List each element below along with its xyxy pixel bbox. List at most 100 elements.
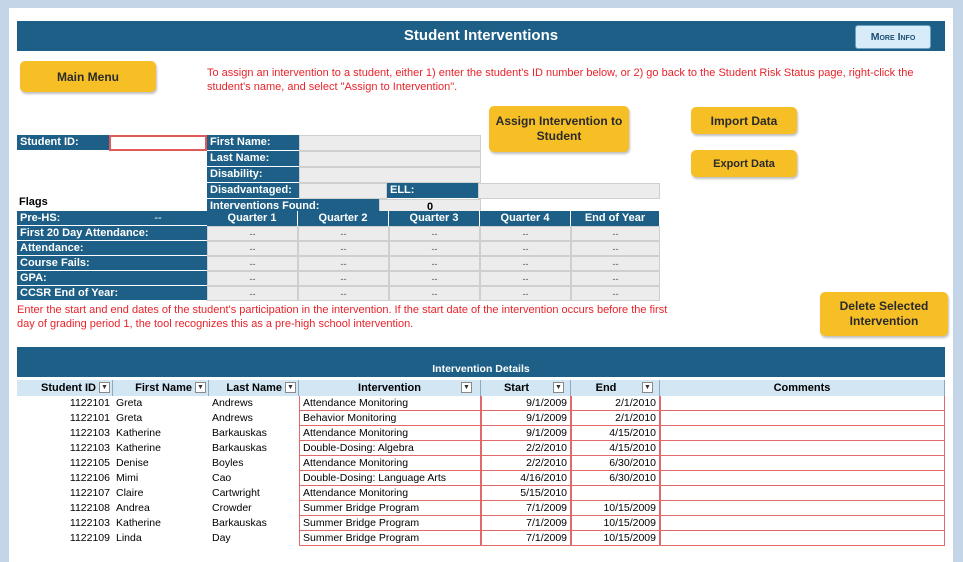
- col-start[interactable]: Start ▼: [481, 380, 571, 396]
- cell-start[interactable]: 7/1/2009: [481, 501, 571, 516]
- table-row[interactable]: 1122103 Katherine Barkauskas Double-Dosi…: [17, 441, 945, 456]
- cell-end[interactable]: 6/30/2010: [571, 456, 660, 471]
- cell-last-name[interactable]: Day: [209, 531, 299, 546]
- export-data-button[interactable]: Export Data: [691, 150, 797, 177]
- filter-dropdown-icon[interactable]: ▼: [195, 382, 206, 393]
- cell-last-name[interactable]: Crowder: [209, 501, 299, 516]
- cell-last-name[interactable]: Andrews: [209, 411, 299, 426]
- filter-dropdown-icon[interactable]: ▼: [285, 382, 296, 393]
- assign-intervention-button[interactable]: Assign Intervention to Student: [489, 106, 629, 152]
- table-row[interactable]: 1122105 Denise Boyles Attendance Monitor…: [17, 456, 945, 471]
- cell-student-id[interactable]: 1122101: [17, 411, 113, 426]
- main-menu-button[interactable]: Main Menu: [20, 61, 156, 92]
- cell-intervention[interactable]: Double-Dosing: Language Arts: [299, 471, 481, 486]
- delete-intervention-button[interactable]: Delete Selected Intervention: [820, 292, 948, 336]
- cell-comments[interactable]: [660, 396, 945, 411]
- cell-last-name[interactable]: Barkauskas: [209, 441, 299, 456]
- cell-start[interactable]: 2/2/2010: [481, 456, 571, 471]
- cell-end[interactable]: [571, 486, 660, 501]
- more-info-button[interactable]: More Info: [855, 25, 931, 49]
- import-data-button[interactable]: Import Data: [691, 107, 797, 134]
- table-row[interactable]: 1122101 Greta Andrews Attendance Monitor…: [17, 396, 945, 411]
- cell-comments[interactable]: [660, 471, 945, 486]
- cell-first-name[interactable]: Denise: [113, 456, 209, 471]
- cell-end[interactable]: 2/1/2010: [571, 396, 660, 411]
- cell-first-name[interactable]: Katherine: [113, 426, 209, 441]
- col-first-name[interactable]: First Name ▼: [113, 380, 209, 396]
- cell-first-name[interactable]: Greta: [113, 411, 209, 426]
- cell-comments[interactable]: [660, 501, 945, 516]
- col-intervention[interactable]: Intervention ▼: [299, 380, 481, 396]
- col-student-id[interactable]: Student ID ▼: [17, 380, 113, 396]
- table-row[interactable]: 1122109 Linda Day Summer Bridge Program …: [17, 531, 945, 546]
- col-last-name[interactable]: Last Name ▼: [209, 380, 299, 396]
- cell-intervention[interactable]: Behavior Monitoring: [299, 411, 481, 426]
- cell-intervention[interactable]: Summer Bridge Program: [299, 501, 481, 516]
- cell-student-id[interactable]: 1122106: [17, 471, 113, 486]
- cell-comments[interactable]: [660, 486, 945, 501]
- filter-dropdown-icon[interactable]: ▼: [99, 382, 110, 393]
- cell-comments[interactable]: [660, 516, 945, 531]
- cell-comments[interactable]: [660, 411, 945, 426]
- cell-intervention[interactable]: Attendance Monitoring: [299, 396, 481, 411]
- table-row[interactable]: 1122101 Greta Andrews Behavior Monitorin…: [17, 411, 945, 426]
- cell-comments[interactable]: [660, 441, 945, 456]
- cell-comments[interactable]: [660, 531, 945, 546]
- cell-end[interactable]: 10/15/2009: [571, 516, 660, 531]
- filter-dropdown-icon[interactable]: ▼: [642, 382, 653, 393]
- cell-start[interactable]: 9/1/2009: [481, 396, 571, 411]
- cell-first-name[interactable]: Katherine: [113, 441, 209, 456]
- cell-intervention[interactable]: Attendance Monitoring: [299, 426, 481, 441]
- col-end[interactable]: End ▼: [571, 380, 660, 396]
- cell-last-name[interactable]: Andrews: [209, 396, 299, 411]
- cell-start[interactable]: 9/1/2009: [481, 426, 571, 441]
- table-row[interactable]: 1122106 Mimi Cao Double-Dosing: Language…: [17, 471, 945, 486]
- cell-student-id[interactable]: 1122109: [17, 531, 113, 546]
- cell-student-id[interactable]: 1122108: [17, 501, 113, 516]
- cell-intervention[interactable]: Attendance Monitoring: [299, 486, 481, 501]
- cell-intervention[interactable]: Double-Dosing: Algebra: [299, 441, 481, 456]
- cell-first-name[interactable]: Andrea: [113, 501, 209, 516]
- cell-end[interactable]: 4/15/2010: [571, 441, 660, 456]
- cell-student-id[interactable]: 1122107: [17, 486, 113, 501]
- filter-dropdown-icon[interactable]: ▼: [553, 382, 564, 393]
- cell-first-name[interactable]: Greta: [113, 396, 209, 411]
- cell-intervention[interactable]: Summer Bridge Program: [299, 516, 481, 531]
- table-row[interactable]: 1122107 Claire Cartwright Attendance Mon…: [17, 486, 945, 501]
- cell-last-name[interactable]: Cartwright: [209, 486, 299, 501]
- cell-start[interactable]: 5/15/2010: [481, 486, 571, 501]
- cell-start[interactable]: 7/1/2009: [481, 516, 571, 531]
- col-comments[interactable]: Comments: [660, 380, 945, 396]
- filter-dropdown-icon[interactable]: ▼: [461, 382, 472, 393]
- cell-end[interactable]: 4/15/2010: [571, 426, 660, 441]
- student-id-input[interactable]: [109, 135, 207, 151]
- cell-end[interactable]: 2/1/2010: [571, 411, 660, 426]
- cell-start[interactable]: 7/1/2009: [481, 531, 571, 546]
- cell-comments[interactable]: [660, 456, 945, 471]
- cell-comments[interactable]: [660, 426, 945, 441]
- cell-intervention[interactable]: Attendance Monitoring: [299, 456, 481, 471]
- cell-first-name[interactable]: Linda: [113, 531, 209, 546]
- cell-student-id[interactable]: 1122103: [17, 441, 113, 456]
- cell-last-name[interactable]: Barkauskas: [209, 426, 299, 441]
- cell-end[interactable]: 6/30/2010: [571, 471, 660, 486]
- cell-first-name[interactable]: Claire: [113, 486, 209, 501]
- cell-start[interactable]: 2/2/2010: [481, 441, 571, 456]
- cell-last-name[interactable]: Barkauskas: [209, 516, 299, 531]
- cell-first-name[interactable]: Katherine: [113, 516, 209, 531]
- cell-end[interactable]: 10/15/2009: [571, 531, 660, 546]
- table-row[interactable]: 1122108 Andrea Crowder Summer Bridge Pro…: [17, 501, 945, 516]
- cell-student-id[interactable]: 1122101: [17, 396, 113, 411]
- cell-student-id[interactable]: 1122103: [17, 516, 113, 531]
- cell-intervention[interactable]: Summer Bridge Program: [299, 531, 481, 546]
- cell-last-name[interactable]: Cao: [209, 471, 299, 486]
- cell-first-name[interactable]: Mimi: [113, 471, 209, 486]
- cell-last-name[interactable]: Boyles: [209, 456, 299, 471]
- table-row[interactable]: 1122103 Katherine Barkauskas Summer Brid…: [17, 516, 945, 531]
- cell-student-id[interactable]: 1122105: [17, 456, 113, 471]
- cell-student-id[interactable]: 1122103: [17, 426, 113, 441]
- cell-start[interactable]: 9/1/2009: [481, 411, 571, 426]
- cell-start[interactable]: 4/16/2010: [481, 471, 571, 486]
- table-row[interactable]: 1122103 Katherine Barkauskas Attendance …: [17, 426, 945, 441]
- cell-end[interactable]: 10/15/2009: [571, 501, 660, 516]
